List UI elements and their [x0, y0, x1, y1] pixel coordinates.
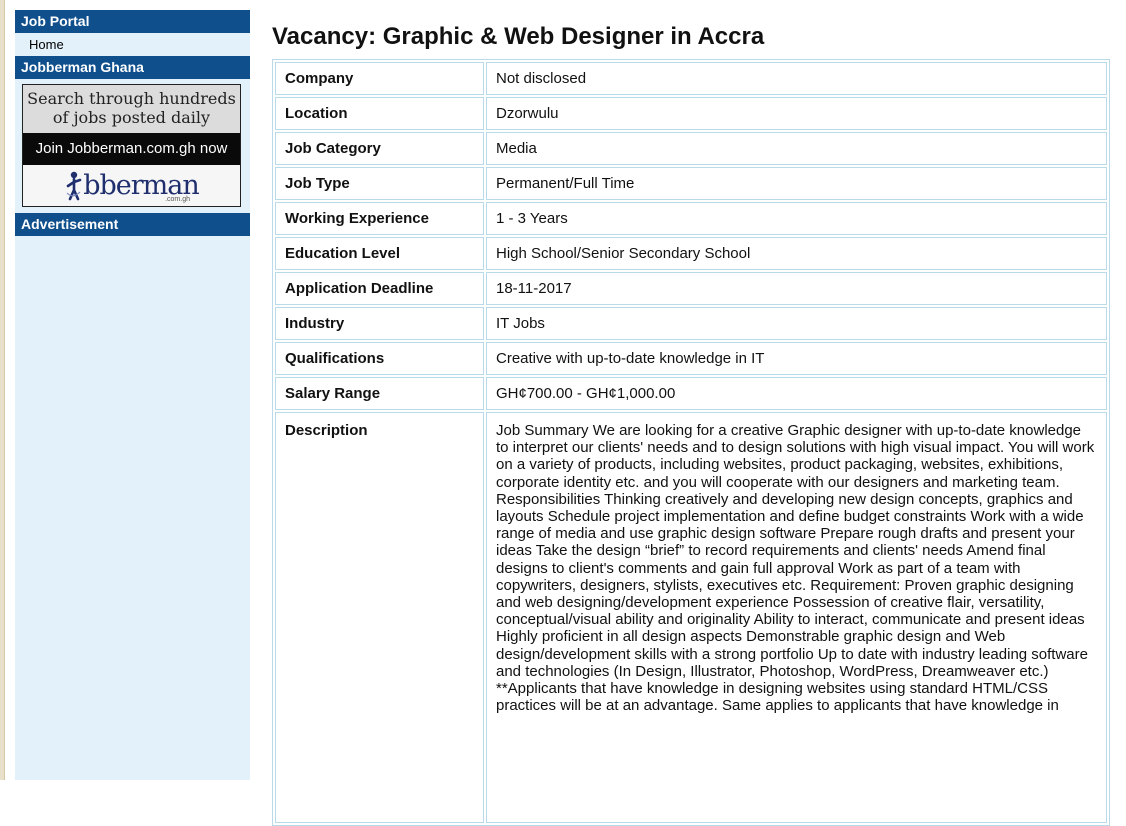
- row-label: Company: [275, 62, 484, 95]
- table-row: Qualifications Creative with up-to-date …: [275, 342, 1107, 375]
- row-value: Dzorwulu: [486, 97, 1107, 130]
- sidebar-header-job-portal: Job Portal: [15, 10, 250, 33]
- sidebar-header-advertisement: Advertisement: [15, 213, 250, 236]
- row-label: Location: [275, 97, 484, 130]
- description-text: Job Summary We are looking for a creativ…: [496, 422, 1095, 715]
- jobberman-figure-icon: [66, 171, 82, 200]
- table-row: Application Deadline 18-11-2017: [275, 272, 1107, 305]
- description-cell: Job Summary We are looking for a creativ…: [486, 412, 1107, 823]
- table-row: Education Level High School/Senior Secon…: [275, 237, 1107, 270]
- row-value: Not disclosed: [486, 62, 1107, 95]
- row-label: Qualifications: [275, 342, 484, 375]
- row-value: GH¢700.00 - GH¢1,000.00: [486, 377, 1107, 410]
- row-label: Industry: [275, 307, 484, 340]
- table-row: Job Type Permanent/Full Time: [275, 167, 1107, 200]
- row-value: Creative with up-to-date knowledge in IT: [486, 342, 1107, 375]
- table-row: Location Dzorwulu: [275, 97, 1107, 130]
- sidebar: Job Portal Home Jobberman Ghana Search t…: [15, 10, 250, 780]
- sidebar-header-jobberman-ghana: Jobberman Ghana: [15, 56, 250, 79]
- description-label: Description: [275, 412, 484, 823]
- row-label: Job Type: [275, 167, 484, 200]
- banner-tagline: Search through hundreds of jobs posted d…: [23, 85, 240, 133]
- table-row: Company Not disclosed: [275, 62, 1107, 95]
- job-details-table: Company Not disclosed Location Dzorwulu …: [272, 59, 1110, 826]
- row-value: Media: [486, 132, 1107, 165]
- table-row: Job Category Media: [275, 132, 1107, 165]
- jobberman-logo: bberman .com.gh: [23, 165, 240, 206]
- jobberman-banner-ad[interactable]: Search through hundreds of jobs posted d…: [22, 84, 241, 207]
- table-row: Industry IT Jobs: [275, 307, 1107, 340]
- description-row: Description Job Summary We are looking f…: [275, 412, 1107, 823]
- sidebar-item-home[interactable]: Home: [15, 33, 250, 56]
- row-label: Application Deadline: [275, 272, 484, 305]
- row-label: Salary Range: [275, 377, 484, 410]
- left-edge-rule: [0, 0, 5, 780]
- row-label: Working Experience: [275, 202, 484, 235]
- row-value: IT Jobs: [486, 307, 1107, 340]
- row-value: High School/Senior Secondary School: [486, 237, 1107, 270]
- row-value: 1 - 3 Years: [486, 202, 1107, 235]
- row-value: 18-11-2017: [486, 272, 1107, 305]
- logo-domain: .com.gh: [165, 196, 190, 203]
- row-label: Education Level: [275, 237, 484, 270]
- banner-call-to-action: Join Jobberman.com.gh now: [23, 133, 240, 165]
- row-value: Permanent/Full Time: [486, 167, 1107, 200]
- main-content: Vacancy: Graphic & Web Designer in Accra…: [272, 0, 1112, 826]
- table-row: Salary Range GH¢700.00 - GH¢1,000.00: [275, 377, 1107, 410]
- page-title: Vacancy: Graphic & Web Designer in Accra: [272, 23, 765, 50]
- row-label: Job Category: [275, 132, 484, 165]
- table-row: Working Experience 1 - 3 Years: [275, 202, 1107, 235]
